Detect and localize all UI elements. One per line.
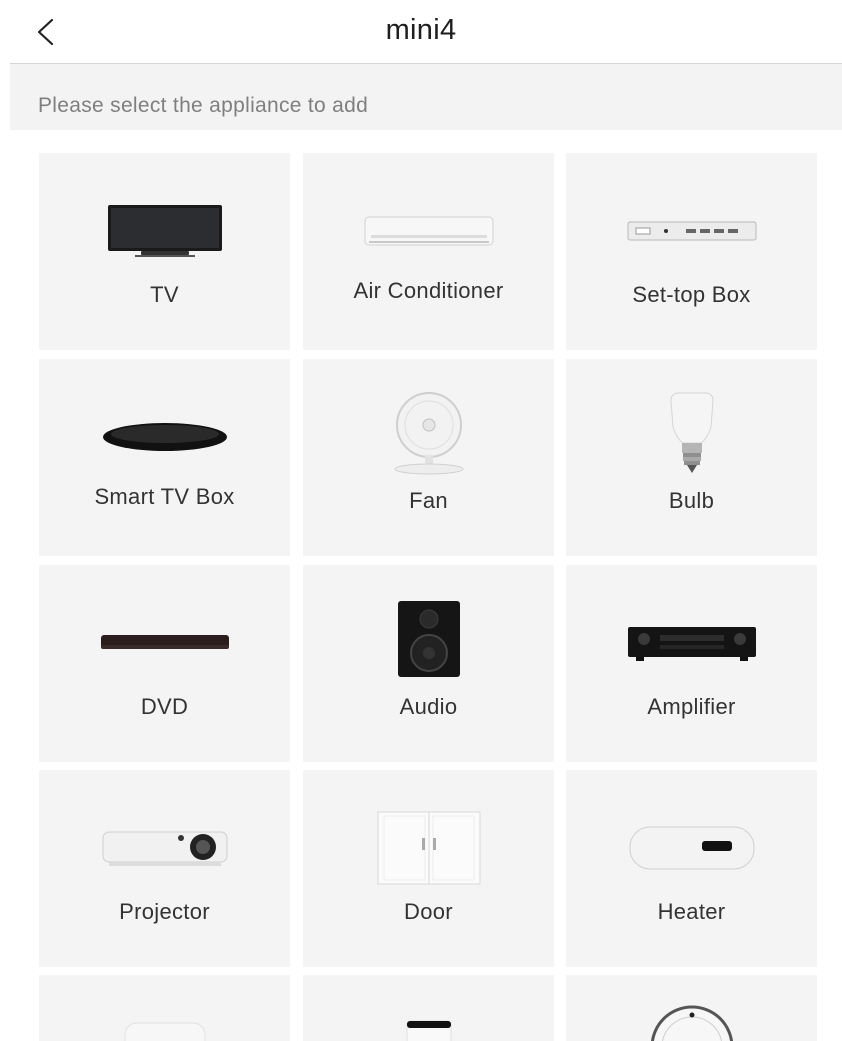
appliance-tile-heater[interactable]: Heater: [566, 770, 817, 967]
appliance-label: TV: [150, 282, 179, 307]
appliance-label: Set-top Box: [632, 282, 751, 307]
top-bar: mini4: [0, 0, 842, 64]
appliance-label: Bulb: [668, 488, 715, 513]
audio-icon: [303, 589, 554, 689]
appliance-tile-projector[interactable]: Projector: [39, 770, 290, 967]
set-top-box-icon: [566, 181, 817, 281]
robot-vacuum-icon: [566, 1005, 817, 1041]
appliance-tile-bulb[interactable]: Bulb: [566, 359, 817, 556]
appliance-label: Smart TV Box: [94, 484, 235, 509]
appliance-tile-amplifier[interactable]: Amplifier: [566, 565, 817, 762]
appliance-tile-audio[interactable]: Audio: [303, 565, 554, 762]
appliance-tile-tv[interactable]: TV: [39, 153, 290, 350]
appliance-label: Fan: [409, 488, 448, 513]
air-conditioner-icon: [303, 181, 554, 281]
bulb-icon: [566, 383, 817, 483]
appliance-tile-partial[interactable]: [39, 975, 290, 1041]
appliance-tile-set-top-box[interactable]: Set-top Box: [566, 153, 817, 350]
appliance-label: Air Conditioner: [353, 278, 504, 303]
heater-icon: [566, 798, 817, 898]
door-icon: [303, 798, 554, 898]
appliance-tile-door[interactable]: Door: [303, 770, 554, 967]
amplifier-icon: [566, 593, 817, 693]
appliance-tile-smart-tv-box[interactable]: Smart TV Box: [39, 359, 290, 556]
fan-icon: [303, 383, 554, 483]
humidifier-icon: [39, 1019, 290, 1041]
instruction-text: Please select the appliance to add: [38, 94, 369, 117]
instruction-bar: Please select the appliance to add: [10, 64, 842, 130]
air-purifier-icon: [303, 1015, 554, 1041]
smart-tv-box-icon: [39, 387, 290, 487]
appliance-tile-partial[interactable]: [303, 975, 554, 1041]
appliance-label: Projector: [119, 899, 210, 924]
appliance-label: Heater: [657, 899, 726, 924]
appliance-tile-air-conditioner[interactable]: Air Conditioner: [303, 153, 554, 350]
appliance-label: Door: [404, 899, 453, 924]
appliance-tile-partial[interactable]: [566, 975, 817, 1041]
projector-icon: [39, 798, 290, 898]
appliance-label: Amplifier: [647, 694, 736, 719]
tv-icon: [39, 181, 290, 281]
appliance-label: DVD: [140, 694, 189, 719]
appliance-label: Audio: [399, 694, 458, 719]
appliance-tile-fan[interactable]: Fan: [303, 359, 554, 556]
page-title: mini4: [385, 14, 457, 46]
appliance-tile-dvd[interactable]: DVD: [39, 565, 290, 762]
dvd-icon: [39, 593, 290, 693]
